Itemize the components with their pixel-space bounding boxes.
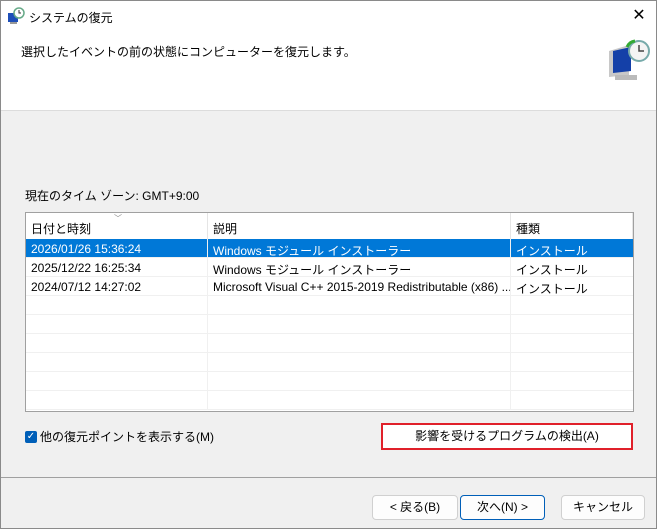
cell-date: 2026/01/26 15:36:24 [26, 239, 208, 257]
empty-row [26, 315, 633, 334]
cell-description: Microsoft Visual C++ 2015-2019 Redistrib… [208, 277, 511, 295]
cell-type: インストール [516, 263, 588, 276]
cell-date: 2024/07/12 14:27:02 [26, 277, 208, 295]
system-restore-dialog: システムの復元 ✕ 選択したイベントの前の状態にコンピューターを復元します。 現… [0, 0, 657, 529]
scan-affected-programs-button[interactable]: 影響を受けるプログラムの検出(A) [381, 423, 633, 450]
header-text: 選択したイベントの前の状態にコンピューターを復元します。 [21, 45, 356, 59]
checkbox-label: 他の復元ポイントを表示する(M) [40, 430, 214, 444]
empty-row [26, 353, 633, 372]
table-row[interactable]: 2026/01/26 15:36:24 Windows モジュール インストーラ… [26, 239, 633, 258]
table-row[interactable]: 2024/07/12 14:27:02 Microsoft Visual C++… [26, 277, 633, 296]
back-button[interactable]: < 戻る(B) [372, 495, 458, 520]
empty-row [26, 296, 633, 315]
restore-point-table[interactable]: 日付と時刻 説明 種類 ﹀ 2026/01/26 15:36:24 Window… [25, 212, 634, 412]
show-more-restore-points-checkbox[interactable]: ✓ 他の復元ポイントを表示する(M) [25, 428, 214, 445]
window-title: システムの復元 [29, 11, 113, 25]
close-icon: ✕ [632, 7, 646, 24]
cell-date: 2025/12/22 16:25:34 [26, 258, 208, 276]
cell-type: インストール [516, 282, 588, 295]
cell-description: Windows モジュール インストーラー [208, 239, 511, 257]
timezone-label: 現在のタイム ゾーン: GMT+9:00 [25, 189, 200, 203]
table-header: 日付と時刻 説明 種類 ﹀ [26, 213, 633, 239]
table-row[interactable]: 2025/12/22 16:25:34 Windows モジュール インストーラ… [26, 258, 633, 277]
footer-divider [1, 477, 656, 478]
close-button[interactable]: ✕ [628, 5, 650, 27]
checkmark-icon: ✓ [25, 430, 37, 443]
header: 選択したイベントの前の状態にコンピューターを復元します。 [1, 31, 656, 111]
empty-row [26, 372, 633, 391]
cell-type: インストール [516, 244, 588, 257]
cell-description: Windows モジュール インストーラー [208, 258, 511, 276]
system-restore-icon [8, 7, 25, 24]
cancel-button[interactable]: キャンセル [561, 495, 645, 520]
empty-row [26, 334, 633, 353]
next-button[interactable]: 次へ(N) > [460, 495, 545, 520]
empty-row [26, 391, 633, 410]
sort-chevron-icon: ﹀ [114, 214, 122, 223]
column-header-description[interactable]: 説明 [208, 213, 511, 239]
column-header-type[interactable]: 種類 [511, 213, 633, 239]
system-restore-large-icon [609, 39, 650, 80]
title-bar: システムの復元 ✕ [1, 1, 656, 31]
